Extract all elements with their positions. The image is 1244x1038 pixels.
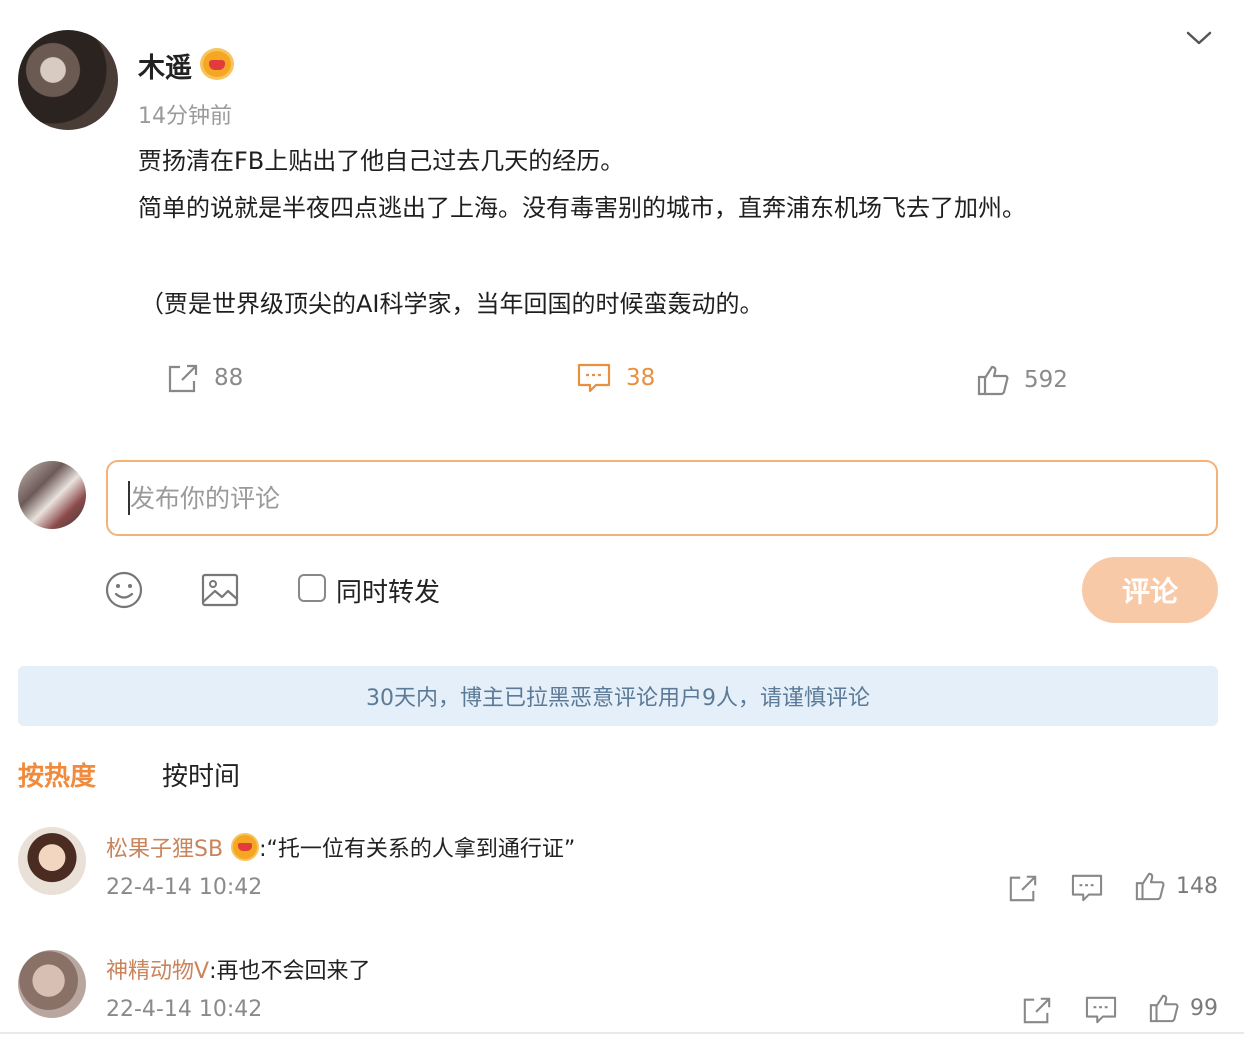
divider [0,1032,1244,1034]
comment-time: 22-4-14 10:42 [106,997,263,1022]
image-icon[interactable] [200,572,240,608]
text-cursor [128,481,130,515]
thumb-up-icon [977,365,1009,396]
comment-icon [577,363,611,393]
comment-icon[interactable] [1084,995,1118,1025]
comment-like-count: 99 [1190,995,1218,1021]
blocked-users-notice: 30天内，博主已拉黑恶意评论用户9人，请谨慎评论 [18,666,1218,726]
share-icon[interactable] [1020,995,1054,1025]
post-time: 14分钟前 [138,104,232,129]
comment-input-box[interactable] [106,460,1218,536]
post-text-line-2: 简单的说就是半夜四点逃出了上海。没有毒害别的城市，直奔浦东机场飞去了加州。 [138,194,1026,222]
vip-crown-icon [200,48,234,80]
post-text-line-1: 贾扬清在FB上贴出了他自己过去几天的经历。 [138,147,625,175]
author-avatar[interactable] [18,30,118,130]
forward-label[interactable]: 同时转发 [336,572,440,609]
comment-text: :“托一位有关系的人拿到通行证” [259,837,576,862]
comment-count: 38 [626,365,656,391]
commenter-name[interactable]: 神精动物V [106,953,209,985]
emoji-icon[interactable] [104,570,144,610]
comment-time: 22-4-14 10:42 [106,875,263,900]
share-icon [168,364,198,393]
tab-sort-time[interactable]: 按时间 [162,756,240,793]
chevron-down-icon[interactable] [1184,26,1214,50]
thumb-up-icon [1135,872,1165,901]
comment-like-button[interactable]: 148 [1134,871,1218,901]
list-item: 神精动物V :再也不会回来了 [106,953,370,985]
comment-icon[interactable] [1070,873,1104,903]
list-item: 松果子狸SB :“托一位有关系的人拿到通行证” [106,831,575,863]
submit-comment-button[interactable]: 评论 [1082,557,1218,623]
comment-input[interactable] [130,483,1216,513]
like-count: 592 [1024,367,1068,393]
comment-button[interactable]: 38 [576,362,655,394]
comment-like-button[interactable]: 99 [1148,993,1218,1023]
tab-sort-hot[interactable]: 按热度 [18,756,96,793]
repost-count: 88 [214,365,244,391]
share-icon[interactable] [1006,873,1040,903]
commenter-avatar[interactable] [18,950,86,1018]
vip-crown-icon [231,833,260,861]
comment-text: :再也不会回来了 [209,959,371,984]
post-text-line-3: （贾是世界级顶尖的AI科学家，当年回国的时候蛮轰动的。 [140,290,764,318]
like-button[interactable]: 592 [976,364,1068,396]
author-name[interactable]: 木遥 [138,46,192,85]
commenter-name[interactable]: 松果子狸SB [106,831,223,863]
comment-like-count: 148 [1176,873,1218,899]
my-avatar [18,461,86,529]
repost-button[interactable]: 88 [166,362,243,394]
thumb-up-icon [1149,994,1179,1023]
forward-checkbox[interactable] [298,574,326,602]
commenter-avatar[interactable] [18,827,86,895]
